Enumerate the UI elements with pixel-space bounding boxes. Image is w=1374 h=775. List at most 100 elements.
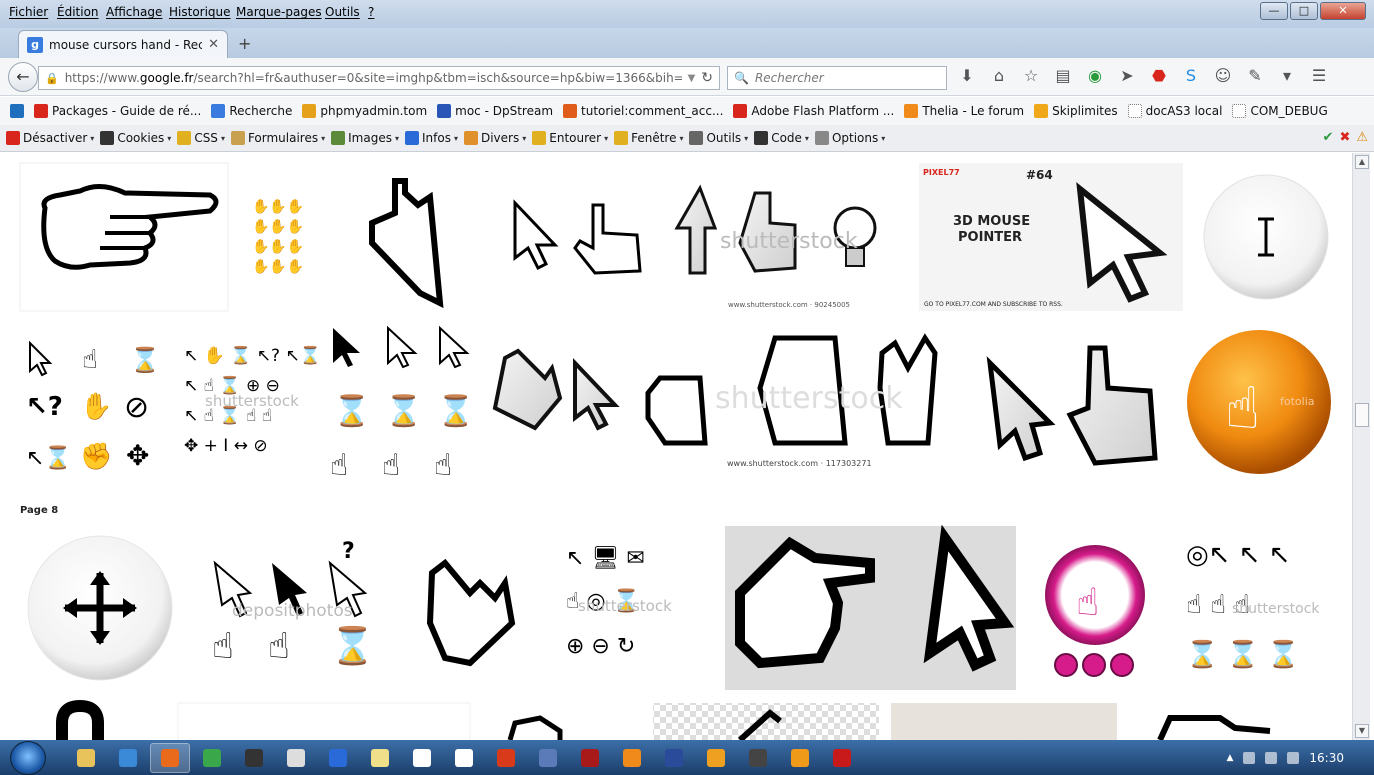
result-row4-pixel-pointing[interactable] bbox=[1129, 703, 1336, 740]
tab-active[interactable]: g mouse cursors hand - Rec... ✕ bbox=[18, 30, 228, 58]
tray-arrow-icon[interactable]: ▲ bbox=[1226, 753, 1233, 763]
menu-help[interactable]: ? bbox=[368, 5, 374, 19]
reader-icon[interactable]: ▤ bbox=[1054, 66, 1072, 85]
tab-close-icon[interactable]: ✕ bbox=[208, 37, 219, 52]
result-shutterstock-cursors-bulb[interactable]: shutterstock www.shutterstock.com · 9024… bbox=[662, 163, 908, 311]
bookmark-item[interactable]: Skiplimites bbox=[1030, 104, 1122, 118]
bookmark-item[interactable]: moc - DpStream bbox=[433, 104, 557, 118]
bookmark-item[interactable] bbox=[6, 104, 28, 118]
menu-outils[interactable]: Outils bbox=[325, 5, 360, 19]
taskbar-vlc[interactable] bbox=[612, 743, 652, 773]
result-pointing-hand[interactable] bbox=[19, 162, 229, 312]
webdev-menu-images[interactable]: Images ▾ bbox=[331, 131, 399, 145]
webdev-menu-code[interactable]: Code ▾ bbox=[754, 131, 809, 145]
bookmark-item[interactable]: tutoriel:comment_acc... bbox=[559, 104, 727, 118]
taskbar-document2[interactable] bbox=[444, 743, 484, 773]
menu-marque-pages[interactable]: Marque-pages bbox=[236, 5, 322, 19]
bookmark-star-icon[interactable]: ☆ bbox=[1022, 66, 1040, 85]
result-row4-blank[interactable] bbox=[177, 702, 471, 740]
send-icon[interactable]: ➤ bbox=[1118, 66, 1136, 85]
warning-icon[interactable]: ⚠ bbox=[1356, 130, 1368, 145]
menu-affichage[interactable]: Affichage bbox=[106, 5, 162, 19]
taskbar-acrobat[interactable] bbox=[822, 743, 862, 773]
result-pink-hand-button[interactable]: ☝ bbox=[1027, 526, 1167, 690]
taskbar-fireworks[interactable] bbox=[234, 743, 274, 773]
result-move-cursor-ball[interactable] bbox=[20, 526, 184, 690]
search-box[interactable]: 🔍 Rechercher bbox=[727, 66, 947, 90]
menu-edition[interactable]: Édition bbox=[57, 5, 99, 19]
taskbar-globe[interactable] bbox=[318, 743, 358, 773]
result-cursor-set-shutterstock[interactable]: ↖ ✋ ⌛ ↖? ↖⌛ ↖ ☝ ⌛ ⊕ ⊖ ↖ ☝ ⌛ ☝ ☝ ✥ + I ↔ … bbox=[176, 323, 321, 481]
back-button[interactable]: ← bbox=[8, 62, 38, 92]
taskbar-windows-media[interactable] bbox=[654, 743, 694, 773]
bookmark-item[interactable]: Adobe Flash Platform ... bbox=[729, 104, 898, 118]
webdev-menu-outline[interactable]: Entourer ▾ bbox=[532, 131, 608, 145]
url-dropdown-icon[interactable]: ▼ bbox=[688, 73, 696, 84]
scroll-thumb[interactable] bbox=[1355, 403, 1369, 427]
webdev-menu-forms[interactable]: Formulaires ▾ bbox=[230, 131, 325, 145]
taskbar-flashbuilder[interactable] bbox=[738, 743, 778, 773]
taskbar-network[interactable] bbox=[108, 743, 148, 773]
taskbar-document[interactable] bbox=[402, 743, 442, 773]
result-pixel-arrow-hand-3d[interactable] bbox=[974, 323, 1170, 481]
result-orange-hand-button[interactable]: ☝ fotolia bbox=[1182, 323, 1336, 481]
chat-icon[interactable]: ☺ bbox=[1214, 66, 1232, 85]
webdev-menu-cookies[interactable]: Cookies ▾ bbox=[100, 131, 171, 145]
result-shutterstock-ui-icons[interactable]: ↖ 🖥 ✉ ☝ ◎ ⌛ ⊕ ⊖ ↻ shutterstock bbox=[546, 526, 713, 690]
webdev-menu-resize[interactable]: Fenêtre ▾ bbox=[614, 131, 683, 145]
scroll-up-button[interactable]: ▲ bbox=[1355, 155, 1369, 169]
start-button[interactable] bbox=[10, 741, 46, 775]
maximize-button[interactable]: □ bbox=[1290, 2, 1318, 20]
tray-volume-icon[interactable] bbox=[1287, 751, 1300, 764]
error-icon[interactable]: ✖ bbox=[1339, 130, 1350, 145]
bookmark-item[interactable]: Thelia - Le forum bbox=[900, 104, 1028, 118]
bookmark-item[interactable]: phpmyadmin.tom bbox=[298, 104, 431, 118]
dropdown-icon[interactable]: ▾ bbox=[1278, 66, 1296, 85]
bookmark-item[interactable]: docAS3 local bbox=[1124, 104, 1227, 118]
close-window-button[interactable]: ✕ bbox=[1320, 2, 1366, 20]
minimize-button[interactable]: — bbox=[1260, 2, 1288, 20]
result-hand-grid-small[interactable]: ✋✋✋ ✋✋✋ ✋✋✋ ✋✋✋ bbox=[248, 193, 312, 281]
adblock-icon[interactable]: ⬣ bbox=[1150, 66, 1168, 85]
brush-icon[interactable]: ✎ bbox=[1246, 66, 1264, 85]
webdev-menu-misc[interactable]: Divers ▾ bbox=[463, 131, 526, 145]
result-black-cursor-set[interactable]: ◎↖ ↖ ↖ ☝ ☝ ☝ ⌛ ⌛ ⌛ shutterstock bbox=[1179, 526, 1336, 690]
taskbar-explorer[interactable] bbox=[66, 743, 106, 773]
webdev-menu-options[interactable]: Options ▾ bbox=[814, 131, 885, 145]
download-icon[interactable]: ⬇ bbox=[958, 66, 976, 85]
taskbar-remote[interactable] bbox=[528, 743, 568, 773]
tray-signal-icon[interactable] bbox=[1265, 751, 1278, 764]
bookmark-item[interactable]: COM_DEBUG bbox=[1228, 104, 1331, 118]
tray-network-icon[interactable] bbox=[1243, 751, 1256, 764]
vertical-scrollbar[interactable]: ▲ ▼ bbox=[1352, 153, 1370, 740]
result-row4-transparent[interactable] bbox=[653, 703, 879, 740]
bookmark-item[interactable]: Packages - Guide de ré... bbox=[30, 104, 205, 118]
result-pixel-arrow-large[interactable] bbox=[332, 163, 492, 311]
result-row4-pixel-hand[interactable] bbox=[482, 703, 640, 740]
webdev-menu-tools[interactable]: Outils ▾ bbox=[689, 131, 748, 145]
reload-icon[interactable]: ↻ bbox=[701, 70, 713, 86]
taskbar-notepad[interactable] bbox=[360, 743, 400, 773]
taskbar-media[interactable] bbox=[276, 743, 316, 773]
result-row4-photo[interactable] bbox=[891, 703, 1117, 740]
new-tab-button[interactable]: + bbox=[238, 34, 251, 53]
result-pixel-hand-outline[interactable] bbox=[402, 546, 534, 670]
result-cursor-set-1[interactable]: ☝ ⌛ ↖? ✋ ⊘ ↖⌛ ✊ ✥ bbox=[20, 323, 166, 481]
result-text-cursor-button[interactable] bbox=[1196, 163, 1336, 311]
webdev-menu-css[interactable]: CSS ▾ bbox=[177, 131, 225, 145]
scroll-down-button[interactable]: ▼ bbox=[1355, 724, 1369, 738]
result-cursor-set-3[interactable]: ⌛ ⌛ ⌛ ☝ ☝ ☝ bbox=[328, 323, 474, 483]
result-row4-magnet[interactable] bbox=[20, 699, 166, 740]
bookmark-item[interactable]: Recherche bbox=[207, 104, 296, 118]
validation-ok-icon[interactable]: ✔ bbox=[1323, 130, 1334, 145]
menu-fichier[interactable]: Fichier bbox=[9, 5, 48, 19]
webdev-menu-disable[interactable]: Désactiver ▾ bbox=[6, 131, 94, 145]
taskbar-firefox[interactable] bbox=[150, 743, 190, 773]
result-3d-hand-arrow[interactable] bbox=[484, 323, 632, 481]
menu-icon[interactable]: ☰ bbox=[1310, 66, 1328, 85]
webdev-menu-info[interactable]: Infos ▾ bbox=[405, 131, 458, 145]
taskbar-gear[interactable] bbox=[696, 743, 736, 773]
result-pixel-hands-shutterstock[interactable]: shutterstock www.shutterstock.com · 1173… bbox=[643, 333, 961, 471]
result-3d-pixel-hand-arrow[interactable] bbox=[725, 524, 1016, 690]
result-arrow-and-hand[interactable] bbox=[503, 189, 651, 285]
